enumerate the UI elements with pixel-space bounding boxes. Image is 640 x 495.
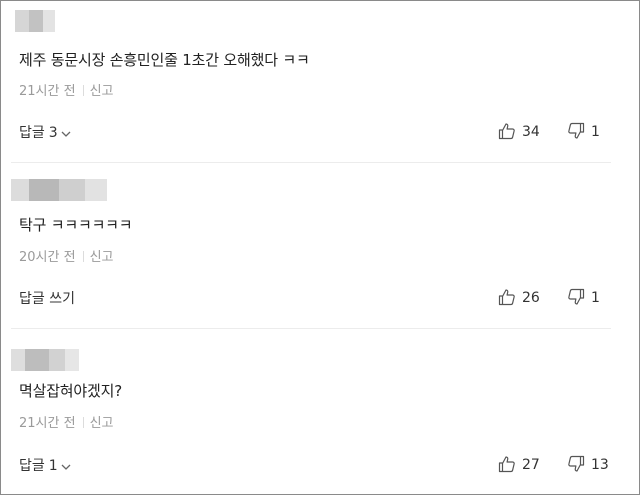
reply-label: 답글 — [19, 458, 45, 474]
reply-toggle-button[interactable]: 답글 1 — [19, 455, 71, 475]
blurred-username — [11, 179, 107, 201]
chevron-down-icon — [61, 459, 71, 475]
like-button[interactable]: 26 — [498, 288, 540, 306]
comment-meta: 21시간 전 신고 — [19, 412, 113, 431]
comment-time: 21시간 전 — [19, 84, 76, 99]
reply-label: 답글 쓰기 — [19, 291, 75, 307]
comment-meta: 20시간 전 신고 — [19, 246, 113, 265]
thumbs-down-icon — [567, 288, 591, 306]
like-button[interactable]: 34 — [498, 122, 540, 140]
blurred-username — [11, 349, 79, 371]
meta-separator — [82, 417, 84, 428]
like-button[interactable]: 27 — [498, 455, 540, 473]
reply-toggle-button[interactable]: 답글 3 — [19, 122, 71, 142]
chevron-down-icon — [61, 126, 71, 142]
reply-label: 답글 — [19, 125, 45, 141]
dislike-count: 1 — [591, 124, 600, 140]
comment-text: 제주 동문시장 손흥민인줄 1초간 오해했다 ㅋㅋ — [19, 51, 310, 69]
meta-separator — [82, 251, 84, 262]
reply-count: 3 — [48, 125, 58, 141]
like-count: 26 — [522, 290, 540, 306]
dislike-count: 1 — [591, 290, 600, 306]
dislike-button[interactable]: 1 — [567, 122, 600, 140]
write-reply-button[interactable]: 답글 쓰기 — [19, 288, 75, 308]
dislike-count: 13 — [591, 457, 609, 473]
report-link[interactable]: 신고 — [90, 84, 114, 99]
report-link[interactable]: 신고 — [90, 416, 114, 431]
like-count: 27 — [522, 457, 540, 473]
comment-text: 멱살잡혀야겠지? — [19, 382, 122, 400]
blurred-username — [15, 10, 55, 32]
comment-divider — [11, 328, 611, 329]
like-count: 34 — [522, 124, 540, 140]
comment-meta: 21시간 전 신고 — [19, 80, 113, 99]
report-link[interactable]: 신고 — [90, 250, 114, 265]
dislike-button[interactable]: 1 — [567, 288, 600, 306]
comment-time: 20시간 전 — [19, 250, 76, 265]
thumbs-down-icon — [567, 122, 591, 140]
reply-count: 1 — [48, 458, 58, 474]
thumbs-down-icon — [567, 455, 591, 473]
meta-separator — [82, 85, 84, 96]
comment-time: 21시간 전 — [19, 416, 76, 431]
comment-text: 탁구 ㅋㅋㅋㅋㅋㅋ — [19, 216, 133, 234]
comment-list: 제주 동문시장 손흥민인줄 1초간 오해했다 ㅋㅋ 21시간 전 신고 답글 3 3… — [0, 0, 640, 495]
thumbs-up-icon — [498, 123, 522, 140]
dislike-button[interactable]: 13 — [567, 455, 609, 473]
thumbs-up-icon — [498, 289, 522, 306]
thumbs-up-icon — [498, 456, 522, 473]
comment-divider — [11, 162, 611, 163]
